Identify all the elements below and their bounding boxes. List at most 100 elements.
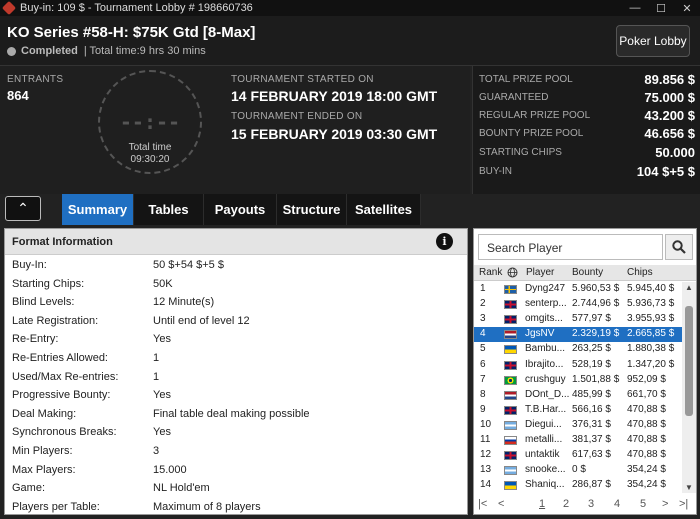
last-page-button[interactable]: >| (679, 498, 688, 510)
player-chips: 354,24 $ (627, 464, 666, 476)
search-button[interactable] (665, 234, 693, 260)
format-key: Synchronous Breaks: (12, 426, 117, 439)
prize-value: 89.856 $ (644, 71, 695, 87)
player-row[interactable]: 14 Shaniq... 286,87 $ 354,24 $ (474, 478, 682, 493)
player-bounty: 2.329,19 $ (572, 328, 620, 340)
page-2-button[interactable]: 2 (563, 498, 569, 510)
tab-tables[interactable]: Tables (134, 194, 204, 225)
player-row[interactable]: 6 Ibrajito... 528,19 $ 1.347,20 $ (474, 358, 682, 373)
format-value: Yes (153, 333, 171, 346)
search-player-input[interactable]: Search Player (478, 234, 663, 260)
player-bounty: 286,87 $ (572, 479, 611, 491)
player-chips: 1.880,38 $ (627, 343, 675, 355)
player-row[interactable]: 1 Dyng247 5.960,53 $ 5.945,40 $ (474, 282, 682, 297)
prize-label: BUY-IN (479, 165, 512, 177)
player-chips: 470,88 $ (627, 403, 666, 415)
format-key: Late Registration: (12, 314, 99, 327)
player-name: crushguy (525, 373, 566, 385)
argentina-flag-icon (504, 466, 517, 476)
column-chips[interactable]: Chips (627, 267, 653, 278)
entrants-value: 864 (7, 88, 29, 103)
format-header: Format Information i (5, 229, 467, 255)
page-5-button[interactable]: 5 (640, 498, 646, 510)
player-row[interactable]: 11 metalli... 381,37 $ 470,88 $ (474, 433, 682, 448)
close-button[interactable]: ✕ (674, 2, 700, 15)
scroll-down-icon[interactable]: ▼ (682, 483, 696, 492)
player-list-scrollbar[interactable]: ▲ ▼ (682, 282, 696, 493)
player-row[interactable]: 2 senterp... 2.744,96 $ 5.936,73 $ (474, 297, 682, 312)
entrants-label: ENTRANTS (7, 74, 64, 85)
page-1-button[interactable]: 1 (539, 498, 545, 510)
player-chips: 470,88 $ (627, 449, 666, 461)
ukraine-flag-icon (504, 481, 517, 491)
tournament-lobby-window: Buy-in: 109 $ - Tournament Lobby # 19866… (0, 0, 700, 519)
format-row: Players per Table: Maximum of 8 players (5, 499, 467, 514)
player-row[interactable]: 3 omgits... 577,97 $ 3.955,93 $ (474, 312, 682, 327)
player-rank: 14 (480, 479, 492, 491)
player-row[interactable]: 7 crushguy 1.501,88 $ 952,09 $ (474, 373, 682, 388)
format-row: Buy-In: 50 $+54 $+5 $ (5, 257, 467, 275)
player-row[interactable]: 5 Bambu... 263,25 $ 1.880,38 $ (474, 342, 682, 357)
player-chips: 470,88 $ (627, 418, 666, 430)
player-chips: 661,70 $ (627, 388, 666, 400)
column-bounty[interactable]: Bounty (572, 267, 603, 278)
format-key: Re-Entry: (12, 333, 59, 346)
format-key: Players per Table: (12, 500, 100, 513)
poker-lobby-button[interactable]: Poker Lobby (616, 25, 690, 57)
player-bounty: 1.501,88 $ (572, 373, 620, 385)
prev-page-button[interactable]: < (498, 498, 504, 510)
format-value: Until end of level 12 (153, 314, 250, 327)
format-value: Yes (153, 426, 171, 439)
prize-row: STARTING CHIPS 50.000 (479, 143, 695, 161)
player-row[interactable]: 4 JgsNV 2.329,19 $ 2.665,85 $ (474, 327, 682, 343)
player-row[interactable]: 12 untaktik 617,63 $ 470,88 $ (474, 448, 682, 463)
player-chips: 952,09 $ (627, 373, 666, 385)
prize-value: 75.000 $ (644, 89, 695, 105)
player-name: snooke... (525, 464, 566, 476)
prize-value: 43.200 $ (644, 107, 695, 123)
player-bounty: 566,16 $ (572, 403, 611, 415)
maximize-button[interactable]: ☐ (648, 2, 674, 15)
player-chips: 3.955,93 $ (627, 313, 675, 325)
scroll-up-icon[interactable]: ▲ (682, 283, 696, 292)
scrollbar-thumb[interactable] (685, 306, 693, 416)
prize-value: 104 $+5 $ (636, 163, 695, 179)
tab-payouts[interactable]: Payouts (204, 194, 277, 225)
player-rank: 11 (480, 434, 491, 445)
globe-icon[interactable] (507, 267, 518, 281)
format-value: 50 $+54 $+5 $ (153, 259, 224, 271)
prize-label: TOTAL PRIZE POOL (479, 73, 573, 85)
page-4-button[interactable]: 4 (614, 498, 620, 510)
info-icon[interactable]: i (436, 233, 453, 250)
player-name: Dyng247 (525, 283, 566, 294)
lobby-tabs: Summary Tables Payouts Structure Satelli… (62, 194, 421, 225)
page-3-button[interactable]: 3 (588, 498, 594, 510)
format-key: Max Players: (12, 463, 76, 476)
tab-satellites[interactable]: Satellites (347, 194, 421, 225)
player-row[interactable]: 8 DOnt_D... 485,99 $ 661,70 $ (474, 388, 682, 403)
player-chips: 5.936,73 $ (627, 298, 675, 310)
tab-summary[interactable]: Summary (62, 194, 134, 225)
format-row: Blind Levels: 12 Minute(s) (5, 294, 467, 312)
player-bounty: 381,37 $ (572, 434, 611, 445)
collapse-chevron-up-icon[interactable]: ⌃ (5, 196, 41, 221)
column-player[interactable]: Player (526, 267, 554, 278)
player-row[interactable]: 9 T.B.Har... 566,16 $ 470,88 $ (474, 403, 682, 418)
player-name: Ibrajito... (525, 358, 564, 370)
minimize-button[interactable]: — (622, 2, 648, 14)
format-title: Format Information (12, 236, 113, 248)
player-row[interactable]: 13 snooke... 0 $ 354,24 $ (474, 463, 682, 478)
next-page-button[interactable]: > (662, 498, 668, 510)
first-page-button[interactable]: |< (478, 498, 487, 510)
format-value: 1 (153, 352, 160, 364)
player-rank: 4 (480, 328, 486, 340)
column-rank[interactable]: Rank (479, 267, 502, 278)
player-row[interactable]: 10 Diegui... 376,31 $ 470,88 $ (474, 418, 682, 433)
brazil-flag-icon (504, 375, 517, 385)
prize-label: STARTING CHIPS (479, 146, 562, 158)
player-bounty: 5.960,53 $ (572, 283, 620, 294)
prize-row: TOTAL PRIZE POOL 89.856 $ (479, 70, 695, 88)
tab-structure[interactable]: Structure (277, 194, 347, 225)
format-key: Buy-In: (12, 259, 47, 271)
clock-digits: --:-- (119, 110, 181, 134)
